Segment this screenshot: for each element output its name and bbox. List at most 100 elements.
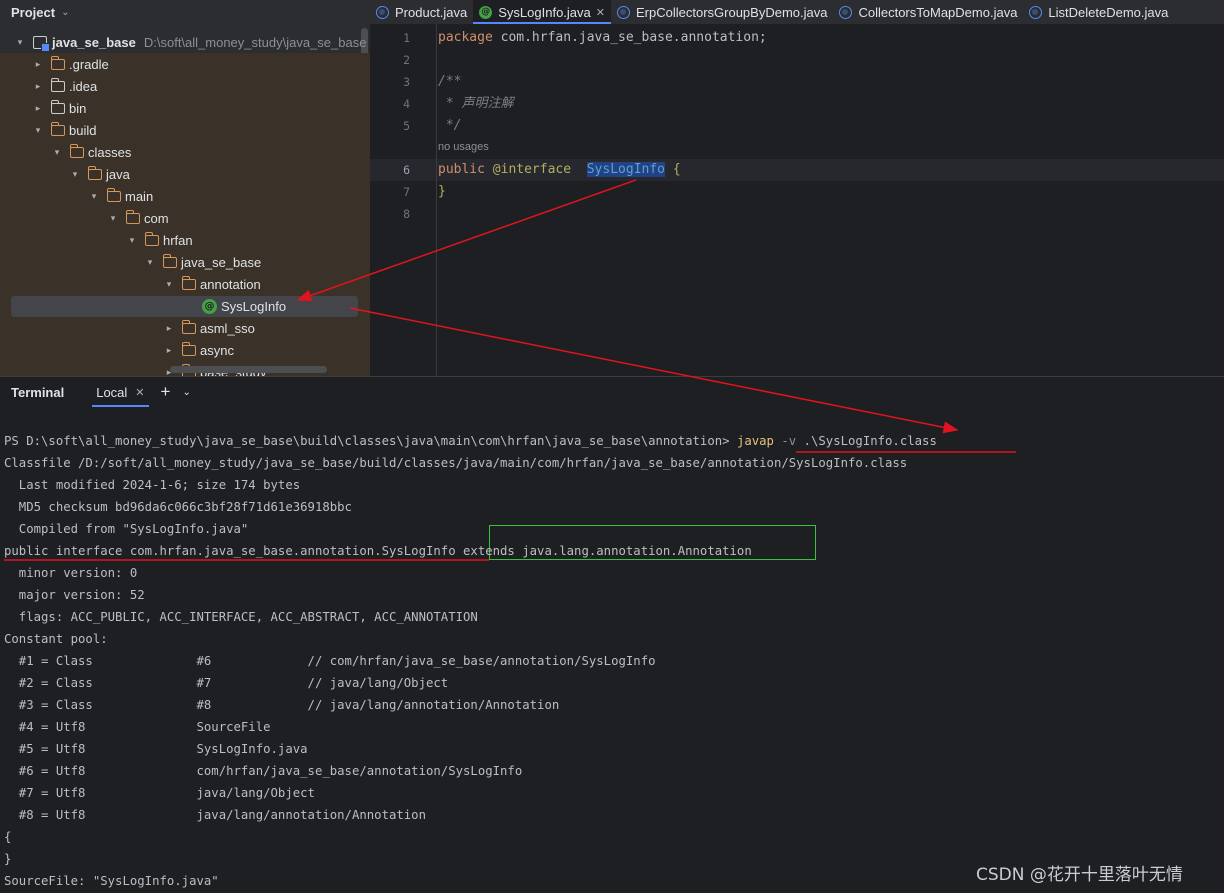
folder-icon [182, 319, 196, 334]
gutter-divider [436, 24, 437, 376]
chevron-down-icon[interactable]: ⌄ [182, 387, 190, 398]
terminal-output-line: Compiled from "SysLogInfo.java" [4, 522, 249, 536]
brace: { [665, 162, 681, 177]
chevron-right-icon[interactable]: ▸ [31, 59, 45, 70]
class-icon [376, 5, 389, 19]
chevron-down-icon[interactable]: ▾ [50, 147, 64, 158]
terminal-output-line: public interface com.hrfan.java_se_base.… [4, 544, 752, 558]
terminal-output-line: } [4, 852, 12, 866]
terminal-output-line: #6 = Utf8 com/hrfan/java_se_base/annotat… [4, 764, 523, 778]
chevron-down-icon[interactable]: ▾ [87, 191, 101, 202]
tree-item-root-module[interactable]: ▾ java_se_base D:\soft\all_money_study\j… [0, 31, 370, 53]
tree-item-classes[interactable]: ▾ classes [0, 141, 370, 163]
terminal-panel: Terminal Local ✕ + ⌄ PS D:\soft\all_mone… [0, 376, 1224, 893]
command: javap [736, 434, 774, 448]
terminal-output-line: { [4, 830, 12, 844]
folder-icon [88, 165, 102, 180]
tree-item-annotation[interactable]: ▾ annotation [0, 273, 370, 295]
add-icon[interactable]: + [161, 382, 171, 402]
chevron-right-icon[interactable]: ▸ [162, 345, 176, 356]
chevron-down-icon[interactable]: ▾ [125, 235, 139, 246]
chevron-right-icon[interactable]: ▸ [31, 81, 45, 92]
tree-item-bin[interactable]: ▸ bin [0, 97, 370, 119]
tree-item-label: annotation [200, 276, 261, 292]
line-number: 2 [403, 53, 410, 67]
terminal-output-line: #8 = Utf8 java/lang/annotation/Annotatio… [4, 808, 426, 822]
tab-label: SysLogInfo.java [498, 4, 591, 20]
tree-item-label: bin [69, 100, 87, 116]
tree-item-com[interactable]: ▾ com [0, 207, 370, 229]
command-arg: .\SysLogInfo.class [803, 434, 937, 448]
keyword: public [438, 162, 485, 177]
chevron-right-icon[interactable]: ▸ [31, 103, 45, 114]
terminal-header: Terminal Local ✕ + ⌄ [0, 377, 1224, 407]
tree-item-build[interactable]: ▾ build [0, 119, 370, 141]
terminal-output-line: #3 = Class #8 // java/lang/annotation/An… [4, 698, 560, 712]
annotation-keyword: @interface [492, 162, 572, 177]
terminal-output-line: #7 = Utf8 java/lang/Object [4, 786, 315, 800]
folder-icon [51, 99, 65, 114]
line-number: 3 [403, 75, 410, 89]
tab-collectors-to-map-demo[interactable]: CollectorsToMapDemo.java [833, 0, 1023, 24]
chevron-down-icon[interactable]: ▾ [68, 169, 82, 180]
tab-erp-collectors-group-by-demo[interactable]: ErpCollectorsGroupByDemo.java [611, 0, 833, 24]
tree-item-syslog-info[interactable]: @ SysLogInfo [0, 295, 370, 317]
close-icon[interactable]: ✕ [596, 6, 605, 19]
chevron-down-icon[interactable]: ▾ [106, 213, 120, 224]
tree-item-java-se-base[interactable]: ▾ java_se_base [0, 251, 370, 273]
tree-item-label: build [69, 122, 97, 138]
tree-item-label: .idea [69, 78, 98, 94]
tree-item-label: com [144, 210, 169, 226]
folder-icon [163, 253, 177, 268]
tree-item-main[interactable]: ▾ main [0, 185, 370, 207]
chevron-down-icon[interactable]: ▾ [13, 37, 27, 48]
chevron-down-icon[interactable]: ▾ [162, 279, 176, 290]
tree-item-async[interactable]: ▸ async [0, 339, 370, 361]
tab-label: ListDeleteDemo.java [1048, 4, 1169, 20]
watermark: CSDN @花开十里落叶无情 [976, 865, 1183, 885]
tab-syslog-info-java[interactable]: @ SysLogInfo.java ✕ [473, 0, 611, 24]
tree-item-label: SysLogInfo [221, 298, 287, 314]
tab-label: Product.java [395, 4, 468, 20]
tree-item-hrfan[interactable]: ▾ hrfan [0, 229, 370, 251]
tab-label: Local [96, 384, 128, 400]
tree-item-gradle[interactable]: ▸ .gradle [0, 53, 370, 75]
chevron-right-icon[interactable]: ▸ [162, 323, 176, 334]
tree-item-label: hrfan [163, 232, 193, 248]
folder-icon [51, 121, 65, 136]
folder-icon [126, 209, 140, 224]
line-number: 5 [403, 119, 410, 133]
tab-product-java[interactable]: Product.java [370, 0, 473, 24]
comment-line: */ [438, 118, 462, 133]
tree-item-label: .gradle [69, 56, 109, 72]
folder-icon [145, 231, 159, 246]
tab-list-delete-demo[interactable]: ListDeleteDemo.java [1023, 0, 1174, 24]
tree-item-idea[interactable]: ▸ .idea [0, 75, 370, 97]
tab-local[interactable]: Local ✕ [92, 377, 149, 407]
terminal-command-line[interactable]: PS D:\soft\all_money_study\java_se_base\… [4, 430, 937, 452]
line-number: 7 [403, 185, 410, 199]
tree-item-label: asml_sso [200, 320, 255, 336]
class-icon [1029, 5, 1043, 19]
chevron-down-icon[interactable]: ▾ [143, 257, 157, 268]
keyword: package [438, 30, 493, 45]
close-icon[interactable]: ✕ [135, 386, 144, 399]
line-number: 6 [403, 163, 410, 177]
tree-item-label: java_se_base [52, 34, 136, 50]
prompt: PS D:\soft\all_money_study\java_se_base\… [4, 434, 737, 448]
tree-item-asml-sso[interactable]: ▸ asml_sso [0, 317, 370, 339]
usages-inlay-hint[interactable]: no usages [438, 141, 489, 153]
chevron-down-icon[interactable]: ⌄ [61, 7, 69, 18]
terminal-output-line: #2 = Class #7 // java/lang/Object [4, 676, 449, 690]
folder-icon [107, 187, 121, 202]
tree-item-java[interactable]: ▾ java [0, 163, 370, 185]
tree-item-label: main [125, 188, 154, 204]
line-number: 8 [403, 207, 410, 221]
code-editor[interactable]: 1 2 3 4 5 6 7 8 package com.hrfan.java_s… [370, 24, 1224, 376]
module-icon [33, 35, 50, 52]
code-line: public @interface SysLogInfo { [438, 159, 681, 181]
project-header[interactable]: Project ⌄ [0, 0, 370, 24]
chevron-down-icon[interactable]: ▾ [31, 125, 45, 136]
horizontal-scrollbar[interactable] [170, 366, 327, 373]
comment-line: /** [438, 74, 462, 89]
